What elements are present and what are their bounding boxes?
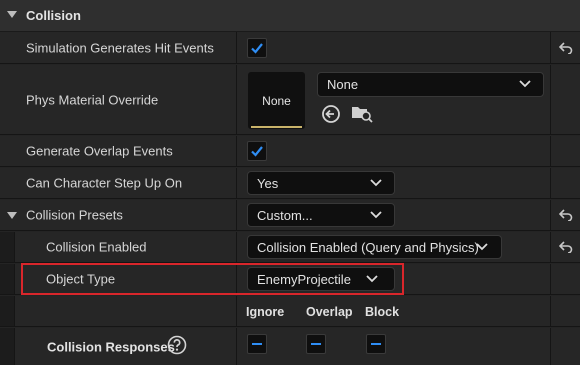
collision-presets-dropdown-value: Custom... xyxy=(257,208,313,223)
collision-presets-label: Collision Presets xyxy=(26,207,123,223)
row-collision-presets: Collision Presets Custom... xyxy=(0,200,580,231)
step-up-dropdown-value: Yes xyxy=(257,176,279,191)
collision-section-header[interactable]: Collision xyxy=(0,0,580,32)
question-circle-icon[interactable] xyxy=(167,335,187,355)
ignore-header: Ignore xyxy=(246,305,285,319)
overlap-header: Overlap xyxy=(306,305,353,319)
reset-arrow-icon[interactable] xyxy=(559,209,573,221)
chevron-down-icon xyxy=(370,179,382,187)
simulation-hit-events-checkbox[interactable] xyxy=(247,38,267,58)
ignore-all-checkbox[interactable] xyxy=(247,334,267,354)
step-up-dropdown[interactable]: Yes xyxy=(247,171,395,195)
row-response-headers: Ignore Overlap Block xyxy=(0,296,580,327)
phys-material-dropdown-value: None xyxy=(327,77,359,92)
dash-icon xyxy=(371,343,381,345)
phys-material-dropdown[interactable]: None xyxy=(317,72,544,97)
thumbnail-underline xyxy=(251,126,302,128)
collision-enabled-label: Collision Enabled xyxy=(46,239,147,255)
block-header: Block xyxy=(365,305,400,319)
section-title: Collision xyxy=(26,8,81,23)
generate-overlap-events-label: Generate Overlap Events xyxy=(26,143,173,159)
checkmark-icon xyxy=(251,146,263,157)
collapse-arrow-icon[interactable] xyxy=(7,11,17,18)
phys-material-thumbnail[interactable]: None xyxy=(248,72,305,129)
row-collision-enabled: Collision Enabled Collision Enabled (Que… xyxy=(0,232,580,263)
chevron-down-icon xyxy=(370,211,382,219)
overlap-all-checkbox[interactable] xyxy=(306,334,326,354)
row-generate-overlap-events: Generate Overlap Events xyxy=(0,136,580,167)
row-can-character-step-up-on: Can Character Step Up On Yes xyxy=(0,168,580,199)
dash-icon xyxy=(252,343,262,345)
arrow-left-circle-icon[interactable] xyxy=(321,104,341,124)
simulation-hit-events-label: Simulation Generates Hit Events xyxy=(26,40,214,55)
row-simulation-hit-events: Simulation Generates Hit Events xyxy=(0,32,580,64)
collision-presets-dropdown[interactable]: Custom... xyxy=(247,203,395,227)
folder-search-icon[interactable] xyxy=(351,103,373,123)
generate-overlap-events-checkbox[interactable] xyxy=(247,141,267,161)
can-character-step-up-on-label: Can Character Step Up On xyxy=(26,175,183,191)
dash-icon xyxy=(311,343,321,345)
block-all-checkbox[interactable] xyxy=(366,334,386,354)
chevron-down-icon xyxy=(519,80,531,88)
row-collision-responses: Collision Responses xyxy=(0,328,580,365)
checkmark-icon xyxy=(251,43,263,54)
object-type-highlight-box xyxy=(21,263,404,295)
expand-arrow-icon[interactable] xyxy=(7,212,17,219)
collision-enabled-dropdown-value: Collision Enabled (Query and Physics) xyxy=(257,240,479,255)
phys-material-override-label: Phys Material Override xyxy=(26,92,159,107)
collision-enabled-dropdown[interactable]: Collision Enabled (Query and Physics) xyxy=(247,235,502,259)
collision-responses-label: Collision Responses xyxy=(47,339,175,354)
chevron-down-icon xyxy=(476,243,488,251)
thumbnail-label: None xyxy=(262,94,291,108)
reset-arrow-icon[interactable] xyxy=(559,241,573,253)
reset-arrow-icon[interactable] xyxy=(559,41,573,54)
